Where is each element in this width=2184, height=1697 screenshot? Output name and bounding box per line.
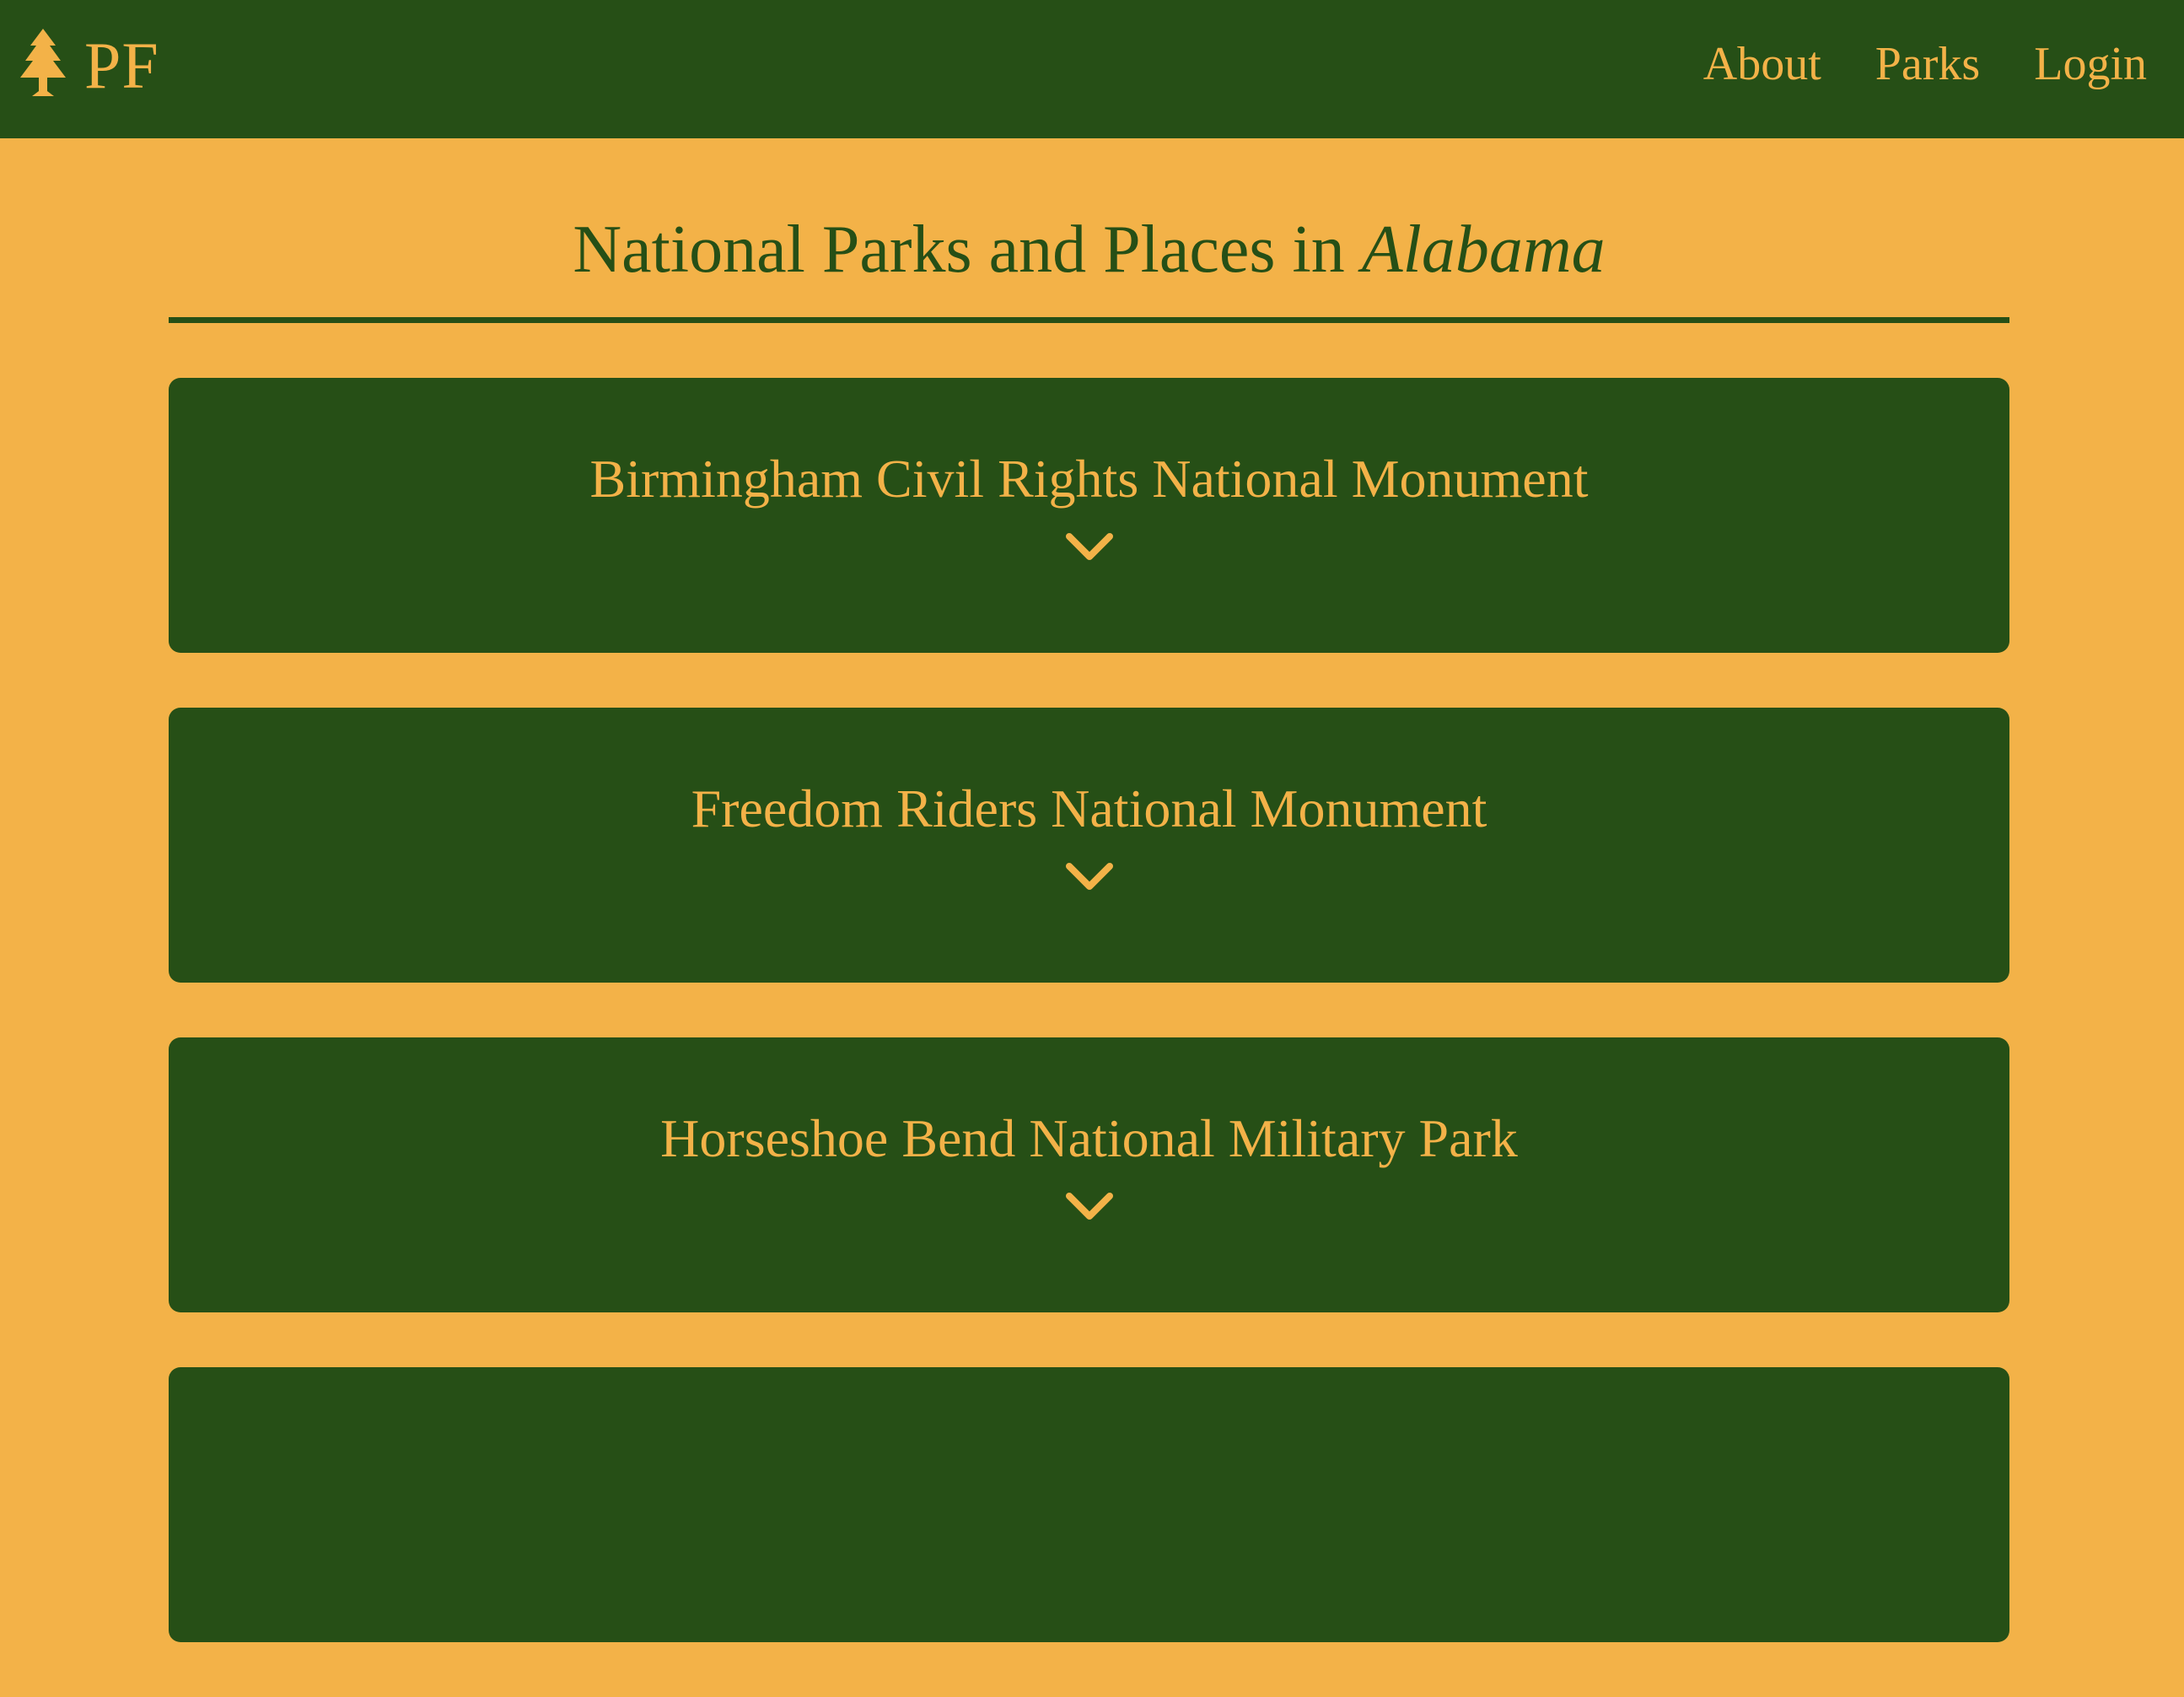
park-card-partial[interactable] [169, 1367, 2009, 1642]
nav-links: About Parks Login [1703, 34, 2147, 94]
park-card[interactable]: Freedom Riders National Monument [169, 708, 2009, 983]
park-list: Birmingham Civil Rights National Monumen… [169, 378, 2009, 1697]
chevron-down-icon[interactable] [1064, 530, 1115, 563]
top-navbar: PF About Parks Login [0, 0, 2184, 138]
title-divider [169, 317, 2009, 323]
chevron-down-icon[interactable] [1064, 1189, 1115, 1223]
chevron-down-icon[interactable] [1064, 859, 1115, 893]
nav-parks-link[interactable]: Parks [1875, 34, 1980, 94]
park-name: Freedom Riders National Monument [691, 778, 1487, 838]
page-title-state: Alabama [1361, 213, 1606, 287]
park-name: Birmingham Civil Rights National Monumen… [589, 449, 1589, 509]
pine-tree-icon [20, 29, 66, 96]
page-title-prefix: National Parks and Places in [573, 213, 1362, 287]
brand-home-link[interactable]: PF [17, 24, 159, 108]
park-card[interactable]: Birmingham Civil Rights National Monumen… [169, 378, 2009, 653]
park-name: Horseshoe Bend National Military Park [660, 1108, 1518, 1168]
park-card[interactable]: Horseshoe Bend National Military Park [169, 1037, 2009, 1312]
brand-text: PF [84, 29, 159, 102]
nav-about-link[interactable]: About [1703, 34, 1821, 94]
nav-login-link[interactable]: Login [2034, 34, 2147, 94]
page-title: National Parks and Places in Alabama [169, 207, 2009, 292]
